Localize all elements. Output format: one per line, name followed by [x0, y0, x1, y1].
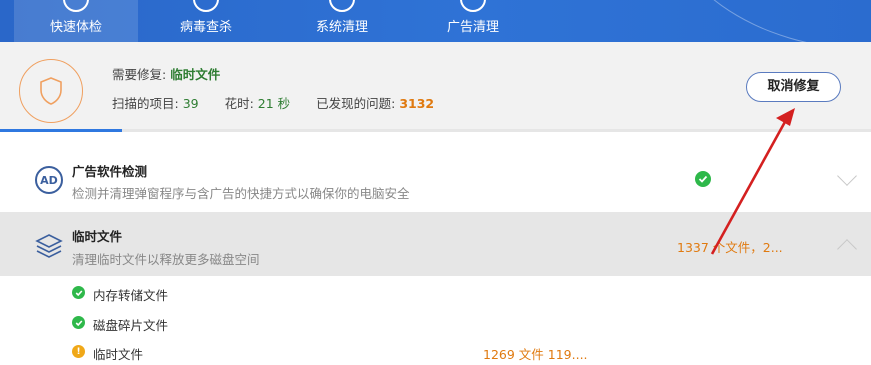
tab-label: 广告清理: [446, 20, 499, 35]
chevron-down-icon[interactable]: [837, 166, 857, 186]
shield-icon: [40, 77, 62, 105]
scan-stats-line: 扫描的项目: 39 花时: 21 秒 已发现的问题: 3132: [112, 93, 434, 112]
list-item-adware-check[interactable]: AD 广告软件检测 检测并清理弹窗程序与含广告的快捷方式以确保你的电脑安全: [0, 132, 871, 212]
time-label: 花时:: [224, 96, 254, 111]
ad-block-icon: [460, 0, 486, 12]
ad-icon: AD: [35, 166, 63, 194]
top-nav: 快速体检 病毒查杀 系统清理 广告清理: [0, 0, 871, 42]
virus-scan-icon: [193, 0, 219, 12]
tab-quick-check[interactable]: 快速体检: [14, 0, 138, 42]
chevron-up-icon[interactable]: [837, 239, 857, 259]
tab-label: 病毒查杀: [179, 20, 232, 35]
repair-value: 临时文件: [170, 67, 221, 82]
check-ok-icon: [72, 286, 85, 299]
tab-virus-scan[interactable]: 病毒查杀: [146, 0, 266, 42]
sub-item-temp-files-value: 1269 文件 119....: [483, 347, 588, 362]
adware-description: 检测并清理弹窗程序与含广告的快捷方式以确保你的电脑安全: [72, 186, 410, 201]
sub-item-label: 内存转储文件: [93, 288, 169, 303]
tab-label: 快速体检: [49, 20, 102, 35]
tab-label: 系统清理: [315, 20, 368, 35]
tab-system-clean[interactable]: 系统清理: [279, 0, 405, 42]
check-ok-icon: [695, 171, 711, 187]
scanned-label: 扫描的项目:: [112, 96, 179, 111]
health-check-icon: [63, 0, 89, 12]
temp-files-title: 临时文件: [72, 229, 123, 244]
time-value: 21 秒: [257, 96, 291, 111]
sub-item-label: 临时文件: [93, 347, 144, 362]
list-item-temp-files[interactable]: 临时文件 清理临时文件以释放更多磁盘空间 1337 个文件，2...: [0, 212, 871, 276]
scanned-count: 39: [182, 96, 199, 111]
warning-icon: !: [72, 345, 85, 358]
issues-label: 已发现的问题:: [316, 96, 396, 111]
repair-needed-line: 需要修复: 临时文件: [112, 64, 220, 83]
temp-files-summary: 1337 个文件，2...: [677, 240, 783, 255]
stack-layers-icon: [35, 234, 63, 258]
check-ok-icon: [72, 316, 85, 329]
scan-status-panel: 需要修复: 临时文件 扫描的项目: 39 花时: 21 秒 已发现的问题: 31…: [0, 42, 871, 129]
issues-count: 3132: [399, 96, 435, 111]
shield-badge: [19, 59, 83, 123]
adware-title: 广告软件检测: [72, 164, 148, 179]
sub-item-label: 磁盘碎片文件: [93, 318, 169, 333]
broom-icon: [329, 0, 355, 12]
repair-label: 需要修复:: [112, 67, 167, 82]
temp-files-description: 清理临时文件以释放更多磁盘空间: [72, 252, 260, 267]
tab-ad-clean[interactable]: 广告清理: [411, 0, 535, 42]
cancel-repair-button[interactable]: 取消修复: [746, 72, 841, 102]
nav-decoration: [660, 0, 871, 42]
